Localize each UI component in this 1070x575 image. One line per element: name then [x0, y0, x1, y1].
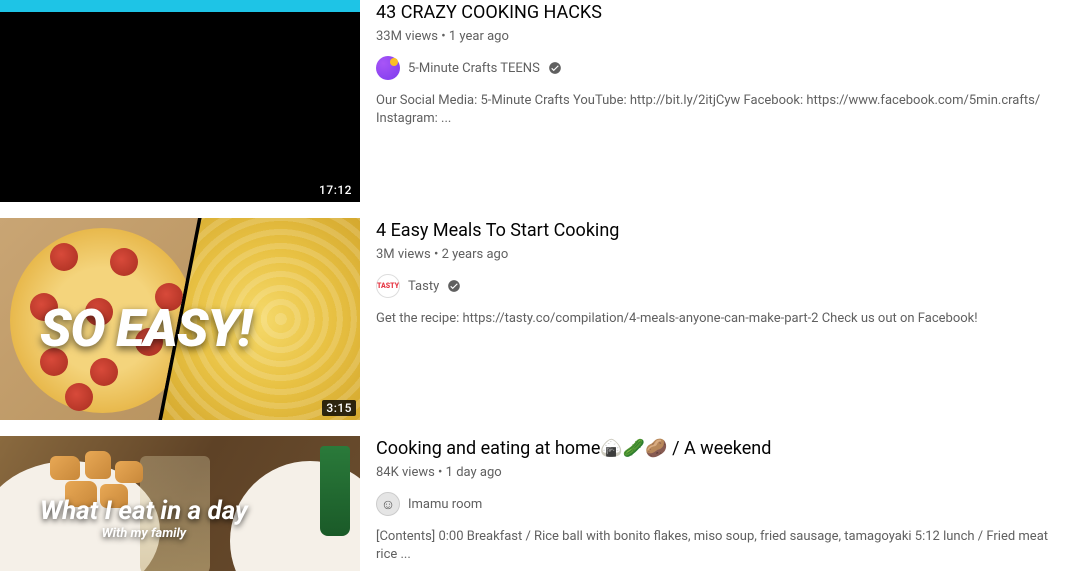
channel-link[interactable]: ☺ Imamu room	[376, 492, 1050, 516]
video-thumbnail[interactable]: 17:12	[0, 0, 360, 202]
video-title[interactable]: 4 Easy Meals To Start Cooking	[376, 218, 1050, 243]
channel-link[interactable]: 5-Minute Crafts TEENS	[376, 56, 1050, 80]
duration-badge: 3:15	[322, 400, 356, 416]
video-meta: 33M views • 1 year ago	[376, 29, 1050, 44]
duration-badge: 17:12	[315, 182, 356, 198]
channel-name[interactable]: 5-Minute Crafts TEENS	[408, 61, 540, 76]
video-description: [Contents] 0:00 Breakfast / Rice ball wi…	[376, 528, 1050, 564]
video-meta: 84K views • 1 day ago	[376, 465, 1050, 480]
video-result[interactable]: SO EASY! 3:15 4 Easy Meals To Start Cook…	[0, 218, 1070, 420]
verified-icon	[447, 279, 461, 293]
video-description: Get the recipe: https://tasty.co/compila…	[376, 310, 1050, 328]
video-result[interactable]: 17:12 43 CRAZY COOKING HACKS 33M views •…	[0, 0, 1070, 202]
channel-name[interactable]: Imamu room	[408, 497, 482, 512]
video-description: Our Social Media: 5-Minute Crafts YouTub…	[376, 92, 1050, 128]
thumbnail-overlay-text: What I eat in a day With my family	[40, 496, 248, 541]
video-thumbnail[interactable]: What I eat in a day With my family	[0, 436, 360, 571]
video-thumbnail[interactable]: SO EASY! 3:15	[0, 218, 360, 420]
video-result[interactable]: What I eat in a day With my family Cooki…	[0, 436, 1070, 571]
video-meta: 3M views • 2 years ago	[376, 247, 1050, 262]
video-title[interactable]: Cooking and eating at home🍙🥒🥔 / A weeken…	[376, 436, 1050, 461]
channel-avatar[interactable]: ☺	[376, 492, 400, 516]
video-title[interactable]: 43 CRAZY COOKING HACKS	[376, 0, 1050, 25]
channel-link[interactable]: TASTY Tasty	[376, 274, 1050, 298]
channel-avatar[interactable]	[376, 56, 400, 80]
thumbnail-overlay-text: SO EASY!	[40, 298, 251, 359]
verified-icon	[548, 61, 562, 75]
channel-avatar[interactable]: TASTY	[376, 274, 400, 298]
channel-name[interactable]: Tasty	[408, 279, 439, 294]
